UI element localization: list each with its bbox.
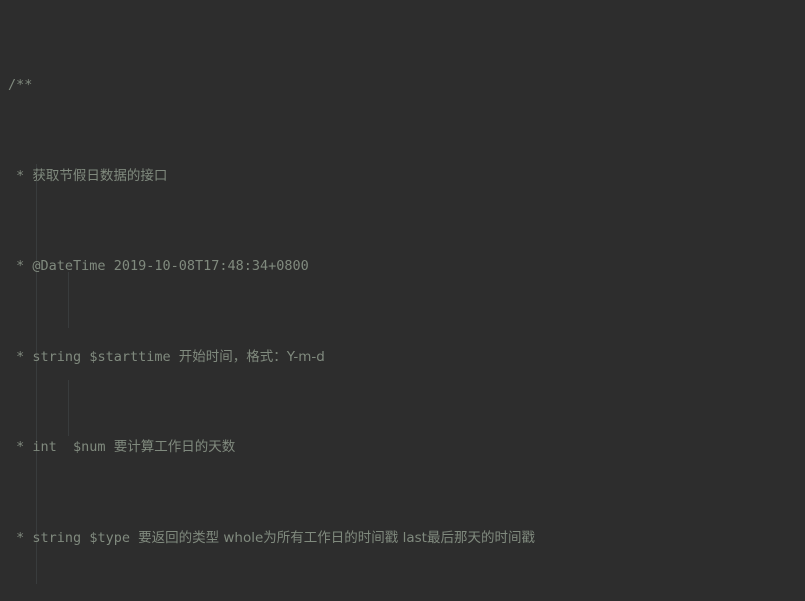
code-line: * @DateTime 2019-10-08T17:48:34+0800 — [0, 257, 805, 275]
docblock-param-desc: 开始时间，格式：Y-m-d — [178, 348, 325, 365]
docblock-param-desc: 要计算工作日的天数 — [113, 439, 236, 456]
code-line: /** — [0, 76, 805, 94]
code-line: * string $type 要返回的类型 whole为所有工作日的时间戳 la… — [0, 529, 805, 547]
docblock-param-name: $type — [89, 529, 130, 546]
docblock-param-desc: 要返回的类型 whole为所有工作日的时间戳 last最后那天的时间戳 — [138, 529, 535, 546]
comment-star: * — [8, 529, 33, 546]
docblock-open: /** — [8, 77, 33, 94]
docblock-param-type: string — [32, 348, 82, 365]
code-content[interactable]: /** * 获取节假日数据的接口 * @DateTime 2019-10-08T… — [0, 4, 805, 601]
docblock-param-type: string — [32, 529, 82, 546]
docblock-datetime-value: 2019-10-08T17:48:34+0800 — [113, 258, 309, 275]
comment-star: * — [8, 167, 33, 184]
code-editor-pane[interactable]: /** * 获取节假日数据的接口 * @DateTime 2019-10-08T… — [0, 0, 805, 601]
code-line: * string $starttime 开始时间，格式：Y-m-d — [0, 348, 805, 366]
docblock-param-name: $starttime — [89, 348, 171, 365]
docblock-param-type: int — [32, 439, 57, 456]
docblock-datetime-tag: @DateTime — [32, 258, 106, 275]
code-line: * 获取节假日数据的接口 — [0, 167, 805, 185]
code-line: * int $num 要计算工作日的天数 — [0, 438, 805, 456]
docblock-description: 获取节假日数据的接口 — [32, 167, 168, 184]
comment-star: * — [8, 258, 33, 275]
docblock-param-name: $num — [73, 439, 106, 456]
comment-star: * — [8, 439, 33, 456]
comment-star: * — [8, 348, 33, 365]
